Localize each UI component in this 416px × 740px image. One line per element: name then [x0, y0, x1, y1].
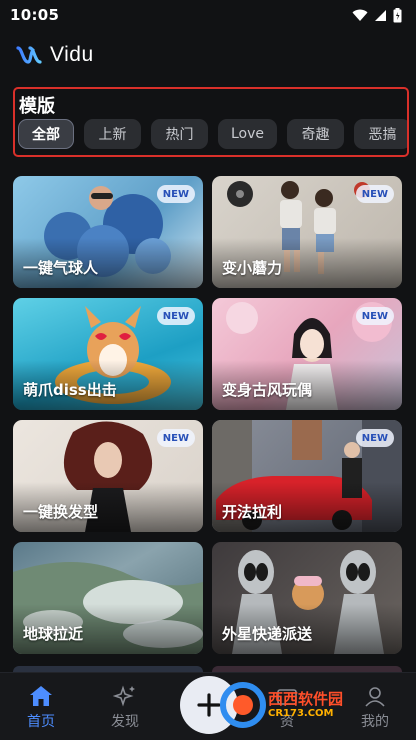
- template-section: 模版 全部 上新 热门 Love 奇趣 恶搞: [13, 87, 409, 157]
- card-title: 变小蘑力: [222, 259, 283, 277]
- section-title: 模版: [19, 96, 55, 117]
- sparkle-icon: [113, 685, 135, 707]
- template-card[interactable]: NEW 一键气球人: [13, 176, 203, 288]
- profile-icon: [365, 687, 385, 707]
- app-header: Vidu: [16, 40, 94, 70]
- category-tab-prank[interactable]: 恶搞: [354, 119, 407, 149]
- template-card[interactable]: NEW 变身古风玩偶: [212, 298, 402, 410]
- nav-discover-label: 发现: [111, 714, 139, 730]
- wifi-icon: [352, 9, 368, 21]
- template-card[interactable]: NEW 一键换发型: [13, 420, 203, 532]
- card-title: 外星快递派送: [222, 625, 313, 643]
- card-title: 一键换发型: [23, 503, 99, 521]
- watermark-brand: 西西软件园: [268, 690, 344, 709]
- watermark: 西西软件园 CR173.COM: [220, 682, 343, 728]
- nav-discover[interactable]: 发现: [95, 685, 155, 731]
- template-grid: NEW 一键气球人 NEW 变小蘑力 NEW 萌爪diss出击 NEW 变身古风…: [13, 176, 403, 654]
- category-tabs: 全部 上新 热门 Love 奇趣 恶搞: [18, 119, 407, 149]
- watermark-logo-icon: [220, 682, 266, 728]
- nav-profile[interactable]: 我的: [345, 685, 405, 731]
- new-badge: NEW: [156, 429, 195, 447]
- nav-home[interactable]: 首页: [11, 685, 71, 731]
- battery-icon: [393, 7, 402, 22]
- category-tab-hot[interactable]: 热门: [151, 119, 208, 149]
- status-icons: [352, 7, 402, 23]
- new-badge: NEW: [355, 185, 394, 203]
- status-time: 10:05: [10, 6, 60, 24]
- card-title: 一键气球人: [23, 259, 99, 277]
- new-badge: NEW: [156, 307, 195, 325]
- template-card[interactable]: NEW 变小蘑力: [212, 176, 402, 288]
- card-title: 萌爪diss出击: [23, 381, 117, 399]
- template-card[interactable]: NEW 开法拉利: [212, 420, 402, 532]
- new-badge: NEW: [355, 429, 394, 447]
- status-bar: 10:05: [0, 0, 416, 30]
- new-badge: NEW: [355, 307, 394, 325]
- card-title: 变身古风玩偶: [222, 381, 313, 399]
- watermark-domain: CR173.COM: [268, 707, 334, 719]
- category-tab-love[interactable]: Love: [218, 119, 277, 149]
- vidu-logo-icon: [16, 46, 42, 64]
- template-card[interactable]: 外星快递派送: [212, 542, 402, 654]
- signal-icon: [375, 9, 386, 21]
- category-tab-new[interactable]: 上新: [84, 119, 141, 149]
- category-tab-fun[interactable]: 奇趣: [287, 119, 344, 149]
- home-icon: [30, 686, 52, 706]
- category-tab-all[interactable]: 全部: [18, 119, 74, 149]
- card-title: 开法拉利: [222, 503, 283, 521]
- new-badge: NEW: [156, 185, 195, 203]
- nav-profile-label: 我的: [361, 714, 389, 730]
- app-name: Vidu: [50, 43, 94, 66]
- template-card[interactable]: NEW 萌爪diss出击: [13, 298, 203, 410]
- card-title: 地球拉近: [23, 625, 84, 643]
- template-card[interactable]: 地球拉近: [13, 542, 203, 654]
- plus-icon: [197, 693, 221, 717]
- nav-home-label: 首页: [27, 714, 55, 730]
